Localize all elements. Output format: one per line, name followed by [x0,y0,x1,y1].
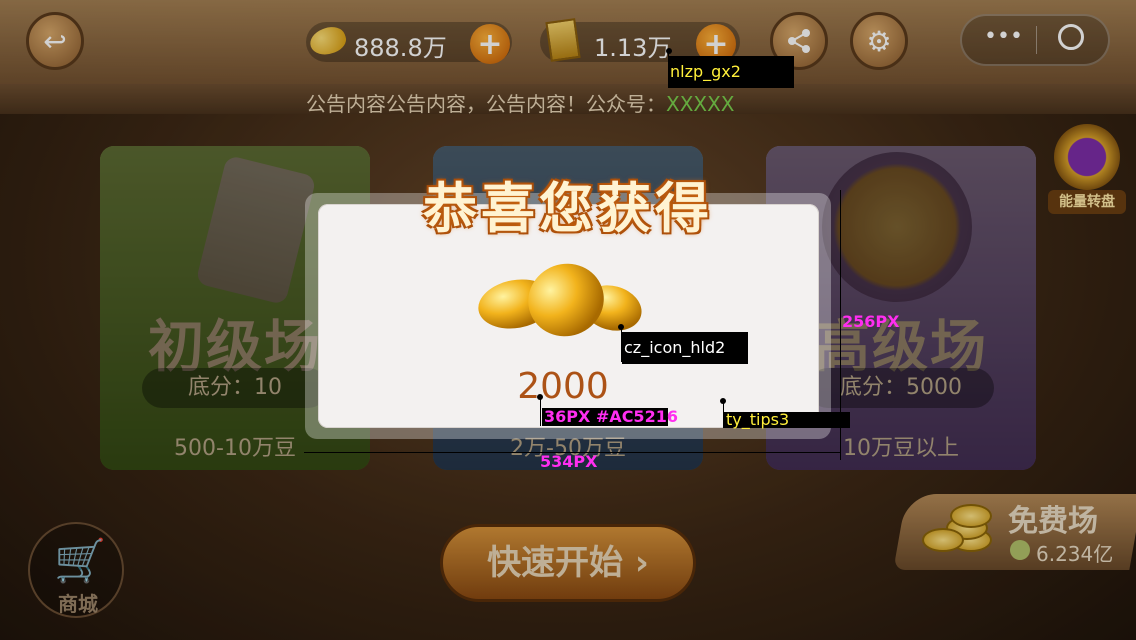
reward-title: 恭喜您获得 [423,177,713,240]
annotation-font-box: 36PX #AC5216 [542,408,678,426]
annotation-label-icon: cz_icon_hld2 [622,332,748,364]
annotation-width: 534PX [540,452,598,471]
annotation-height: 256PX [842,312,900,331]
annotation-label-tips: ty_tips3 [724,412,850,428]
annotation-font: 36PX #AC5216 [544,407,678,426]
annotation-dot [666,48,672,54]
annotation-leader [540,396,541,426]
reward-amount: 2000 [517,366,609,407]
annotation-label-nlzp: nlzp_gx2 [668,56,794,88]
